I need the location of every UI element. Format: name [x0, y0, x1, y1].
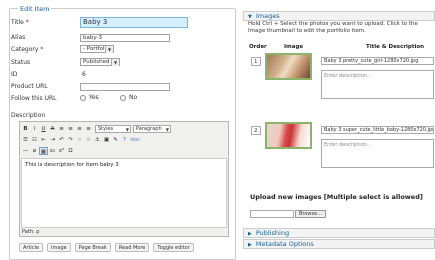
bullet-list-icon[interactable]: ☰: [21, 136, 30, 144]
styles-select[interactable]: Styles ▼: [95, 124, 131, 133]
col-image-header: Image: [284, 44, 304, 50]
underline-button[interactable]: U: [39, 125, 48, 133]
right-panel: ▼ Images Hold Ctrl + Select the photos yo…: [243, 8, 435, 260]
visual-aid-icon[interactable]: ▦: [39, 146, 48, 155]
anchor-icon[interactable]: ⚓: [93, 136, 102, 144]
cleanup-icon[interactable]: ✎: [111, 136, 120, 144]
editor-path: Path: p: [22, 229, 40, 235]
col-title-header: Title & Description: [366, 44, 425, 50]
article-button[interactable]: Article: [19, 243, 44, 252]
numbered-list-icon[interactable]: ☷: [30, 136, 39, 144]
editor-content[interactable]: This is description for item baby 3: [21, 158, 227, 228]
filename-input-2[interactable]: Baby 3 super_cute_little_baby-1280x720.j…: [321, 126, 434, 134]
description-textarea-2[interactable]: Enter description...: [321, 139, 434, 168]
chevron-down-icon: ▼: [111, 59, 119, 66]
align-center-icon[interactable]: ≡: [66, 125, 75, 133]
editor-toolbar-row-3: — ⌀ ▦ x₂ x² Ω: [21, 146, 75, 155]
editor-toolbar-row-2: ☰ ☷ ⇤ ⇥ ↶ ↷ ∞ ⊘ ⚓ ▣ ✎ ? html: [21, 135, 141, 144]
chevron-down-icon: ▼: [105, 46, 113, 53]
image-icon[interactable]: ▣: [102, 136, 111, 144]
justify-icon[interactable]: ≡: [84, 125, 93, 133]
image-button[interactable]: Image: [47, 243, 71, 252]
triangle-right-icon: ▶: [248, 231, 252, 237]
indent-icon[interactable]: ⇥: [48, 136, 57, 144]
description-label: Description: [11, 112, 46, 119]
read-more-button[interactable]: Read More: [114, 243, 150, 252]
order-input-1[interactable]: 1: [251, 57, 261, 66]
edit-item-legend: Edit Item: [18, 5, 52, 13]
product-url-input[interactable]: [80, 83, 170, 91]
id-label: ID: [11, 71, 18, 78]
remove-format-icon[interactable]: ⌀: [30, 147, 39, 155]
undo-icon[interactable]: ↶: [57, 136, 66, 144]
special-char-icon[interactable]: Ω: [66, 147, 75, 155]
filename-input-1[interactable]: Baby 3 pretty_cute_girl-1280x720.jpg: [321, 57, 434, 65]
browse-button[interactable]: Browse...: [295, 210, 326, 218]
unlink-icon[interactable]: ⊘: [84, 136, 93, 144]
alias-label: Alias: [11, 34, 26, 41]
subscript-icon[interactable]: x₂: [48, 147, 57, 155]
alias-input[interactable]: baby-3: [80, 34, 170, 42]
col-order-header: Order: [249, 44, 267, 50]
redo-icon[interactable]: ↷: [66, 136, 75, 144]
radio-icon: [120, 94, 126, 101]
toggle-editor-button[interactable]: Toggle editor: [153, 243, 194, 252]
status-label: Status: [11, 59, 31, 66]
horizontal-rule-icon[interactable]: —: [21, 147, 30, 155]
image-thumbnail-1[interactable]: [265, 53, 312, 80]
triangle-down-icon: ▼: [248, 14, 252, 20]
follow-url-label: Follow this URL: [11, 95, 57, 102]
images-hint: Hold Ctrl + Select the photos you want t…: [248, 21, 418, 34]
triangle-right-icon: ▶: [248, 242, 252, 248]
radio-icon: [80, 94, 86, 101]
status-select[interactable]: Published ▼: [80, 58, 120, 66]
align-right-icon[interactable]: ≡: [75, 125, 84, 133]
title-label: Title *: [11, 19, 29, 26]
file-input[interactable]: [250, 210, 294, 218]
italic-button[interactable]: I: [30, 125, 39, 133]
editor-toolbar-row-1: B I U A ≡ ≡ ≡ ≡ Styles ▼ Paragraph ▼: [21, 124, 171, 133]
align-left-icon[interactable]: ≡: [57, 125, 66, 133]
bold-button[interactable]: B: [21, 125, 30, 133]
help-icon[interactable]: ?: [120, 136, 129, 144]
status-value: Published: [83, 59, 110, 65]
publishing-panel-header[interactable]: ▶ Publishing: [243, 228, 435, 238]
upload-title: Upload new images [Multiple select is al…: [250, 193, 423, 201]
id-value: 6: [82, 71, 86, 78]
product-url-label: Product URL: [11, 83, 48, 90]
title-input[interactable]: Baby 3: [80, 17, 188, 28]
description-textarea-1[interactable]: Enter description...: [321, 70, 434, 99]
link-icon[interactable]: ∞: [75, 136, 84, 144]
category-label: Category *: [11, 46, 44, 53]
editor-buttons: Article Image Page Break Read More Toggl…: [19, 243, 194, 252]
format-select[interactable]: Paragraph ▼: [133, 124, 171, 133]
outdent-icon[interactable]: ⇤: [39, 136, 48, 144]
metadata-panel-header[interactable]: ▶ Metadata Options: [243, 239, 435, 249]
image-thumbnail-2[interactable]: [265, 122, 312, 149]
page-break-button[interactable]: Page Break: [74, 243, 111, 252]
images-panel-header[interactable]: ▼ Images: [243, 11, 435, 21]
category-select[interactable]: - Portfolio ▼: [80, 45, 114, 53]
order-input-2[interactable]: 2: [251, 126, 261, 135]
follow-no-radio[interactable]: No: [120, 94, 137, 101]
follow-yes-radio[interactable]: Yes: [80, 94, 99, 101]
superscript-icon[interactable]: x²: [57, 147, 66, 155]
rich-text-editor: B I U A ≡ ≡ ≡ ≡ Styles ▼ Paragraph ▼ ☰ ☷ ⇤…: [19, 121, 229, 237]
strikethrough-button[interactable]: A: [48, 125, 57, 133]
html-icon[interactable]: html: [129, 136, 141, 144]
